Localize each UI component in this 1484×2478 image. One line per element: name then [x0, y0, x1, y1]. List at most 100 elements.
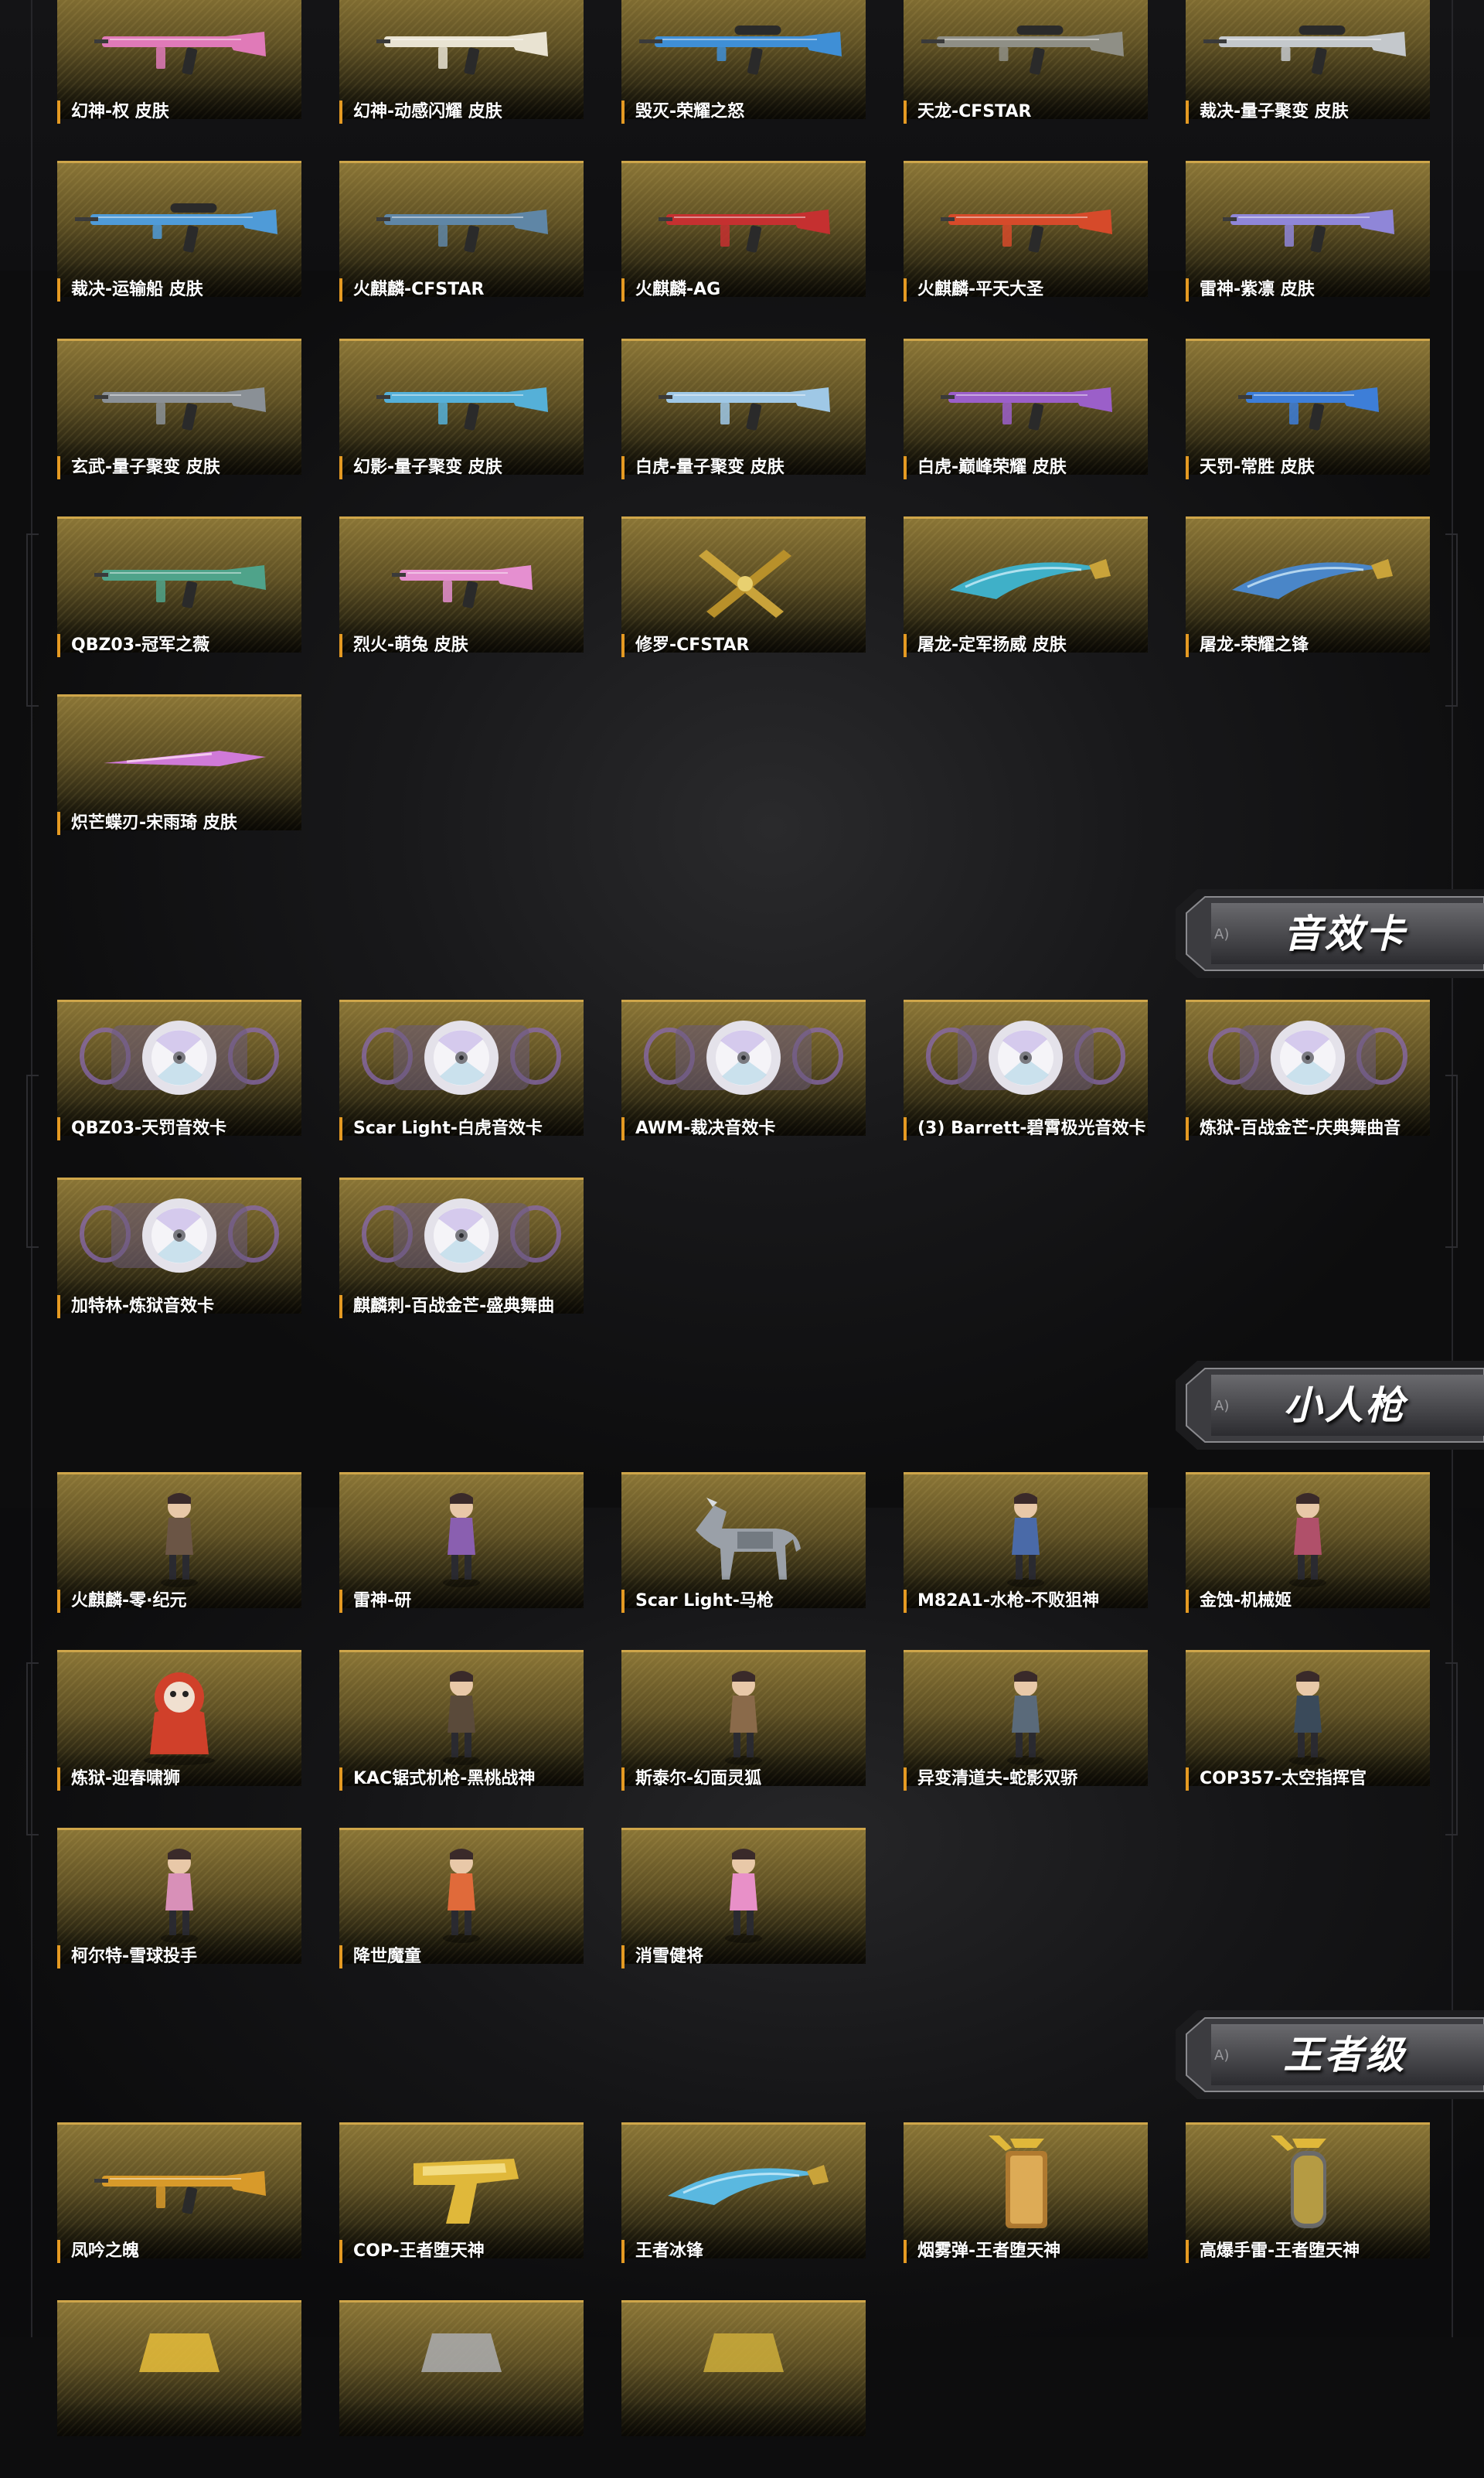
section-title: 小人枪 — [1283, 1383, 1407, 1428]
item-card[interactable]: COP-王者堕天神 — [339, 2122, 584, 2300]
item-label: 雷神-紫凛 皮肤 — [1186, 278, 1484, 302]
item-thumbnail — [339, 1000, 584, 1136]
item-card[interactable]: 柯尔特-雪球投手 — [57, 1828, 301, 2006]
item-card[interactable]: 烈火-萌兔 皮肤 — [339, 516, 584, 694]
item-card[interactable]: QBZ03-冠军之薇 — [57, 516, 301, 694]
item-card[interactable]: 加特林-炼狱音效卡 — [57, 1178, 301, 1355]
item-card[interactable]: 凤吟之魄 — [57, 2122, 301, 2300]
item-card[interactable]: 毁灭-荣耀之怒 — [621, 0, 866, 161]
item-label: 炼狱-迎春啸狮 — [57, 1767, 382, 1791]
item-card[interactable] — [621, 2300, 866, 2478]
frame-notch-left — [26, 533, 39, 707]
item-card[interactable]: QBZ03-天罚音效卡 — [57, 1000, 301, 1178]
item-card[interactable]: 屠龙-定军扬威 皮肤 — [904, 516, 1148, 694]
item-label: 王者冰锋 — [621, 2240, 946, 2263]
sound-card-grid: QBZ03-天罚音效卡 Scar Light-白虎音效卡 AWM-裁决音效卡 (3) … — [57, 1000, 1441, 1355]
item-card[interactable]: 消雪健将 — [621, 1828, 866, 2006]
purple-rifle-icon — [1223, 210, 1394, 253]
item-image — [94, 2171, 266, 2214]
item-card[interactable]: 麒麟刺-百战金芒-盛典舞曲 — [339, 1178, 584, 1355]
item-card[interactable]: M82A1-水枪-不败狙神 — [904, 1472, 1148, 1650]
character-figure-icon — [1289, 1493, 1326, 1587]
item-card[interactable]: 王者冰锋 — [621, 2122, 866, 2300]
character-figure-icon — [443, 1671, 480, 1765]
item-thumbnail — [904, 1000, 1148, 1136]
item-card[interactable]: (3) Barrett-碧霄极光音效卡 — [904, 1000, 1148, 1178]
character-figure-icon — [161, 1849, 198, 1943]
item-label: 白虎-巅峰荣耀 皮肤 — [904, 456, 1228, 479]
item-card[interactable]: 雷神-紫凛 皮肤 — [1186, 161, 1430, 339]
silver-sniper-icon — [1203, 26, 1406, 75]
item-card[interactable]: 裁决-运输船 皮肤 — [57, 161, 301, 339]
item-label: 斯泰尔-幻面灵狐 — [621, 1767, 946, 1791]
horse-figure-icon — [696, 1498, 801, 1580]
item-thumbnail — [57, 516, 301, 653]
item-image — [139, 2333, 220, 2372]
item-card[interactable]: 雷神-研 — [339, 1472, 584, 1650]
item-image — [1238, 387, 1379, 431]
item-label: COP-王者堕天神 — [339, 2240, 664, 2263]
item-card[interactable]: 炼狱-百战金芒-庆典舞曲音 — [1186, 1000, 1430, 1178]
item-card[interactable]: Scar Light-马枪 — [621, 1472, 866, 1650]
item-image — [144, 1672, 215, 1765]
item-card[interactable]: 烟雾弹-王者堕天神 — [904, 2122, 1148, 2300]
section-header-king-class: A) 王者级 — [1171, 2010, 1484, 2099]
item-card[interactable]: 异变清道夫-蛇影双骄 — [904, 1650, 1148, 1828]
item-image — [1223, 210, 1394, 253]
item-card[interactable]: COP357-太空指挥官 — [1186, 1650, 1430, 1828]
item-card[interactable]: 天龙-CFSTAR — [904, 0, 1148, 161]
item-card[interactable]: 火麒麟-平天大圣 — [904, 161, 1148, 339]
item-card[interactable]: 高爆手雷-王者堕天神 — [1186, 2122, 1430, 2300]
item-card[interactable]: 幻影-量子聚变 皮肤 — [339, 339, 584, 516]
item-card[interactable]: KAC锯式机枪-黑桃战神 — [339, 1650, 584, 1828]
item-thumbnail — [621, 339, 866, 475]
gold-rifle-icon — [94, 2171, 266, 2214]
item-image — [94, 387, 266, 431]
ice-blade-icon — [668, 2165, 829, 2205]
item-card[interactable]: 火麒麟-零·纪元 — [57, 1472, 301, 1650]
blue-gold-sniper-icon — [639, 26, 842, 75]
item-card[interactable]: 白虎-量子聚变 皮肤 — [621, 339, 866, 516]
item-label: 凤吟之魄 — [57, 2240, 382, 2263]
item-thumbnail — [1186, 339, 1430, 475]
item-thumbnail — [1186, 1650, 1430, 1786]
item-thumbnail — [621, 2300, 866, 2436]
item-card[interactable]: AWM-裁决音效卡 — [621, 1000, 866, 1178]
item-card[interactable]: 炽芒蝶刃-宋雨琦 皮肤 — [57, 694, 301, 872]
item-card[interactable]: 天罚-常胜 皮肤 — [1186, 339, 1430, 516]
disc-icon — [926, 1021, 1125, 1095]
disc-icon — [644, 1021, 843, 1095]
item-label: 火麒麟-CFSTAR — [339, 278, 664, 302]
item-card[interactable]: 屠龙-荣耀之锋 — [1186, 516, 1430, 694]
item-thumbnail — [1186, 2122, 1430, 2258]
item-thumbnail — [621, 516, 866, 653]
item-label: 麒麟刺-百战金芒-盛典舞曲 — [339, 1295, 664, 1318]
item-card[interactable]: 斯泰尔-幻面灵狐 — [621, 1650, 866, 1828]
item-card[interactable]: 火麒麟-AG — [621, 161, 866, 339]
item-card[interactable]: 幻神-权 皮肤 — [57, 0, 301, 161]
item-card[interactable]: 炼狱-迎春啸狮 — [57, 1650, 301, 1828]
item-card[interactable]: 降世魔童 — [339, 1828, 584, 2006]
section-title: 王者级 — [1283, 2033, 1407, 2077]
item-card[interactable] — [57, 2300, 301, 2478]
item-label: 加特林-炼狱音效卡 — [57, 1295, 382, 1318]
item-card[interactable]: 火麒麟-CFSTAR — [339, 161, 584, 339]
item-label: 毁灭-荣耀之怒 — [621, 101, 946, 124]
item-thumbnail — [339, 1650, 584, 1786]
item-card[interactable]: 金蚀-机械姬 — [1186, 1472, 1430, 1650]
item-card[interactable]: Scar Light-白虎音效卡 — [339, 1000, 584, 1178]
item-card[interactable]: 裁决-量子聚变 皮肤 — [1186, 0, 1430, 161]
item-card[interactable]: 玄武-量子聚变 皮肤 — [57, 339, 301, 516]
item-card[interactable]: 幻神-动感闪耀 皮肤 — [339, 0, 584, 161]
item-image — [1289, 1671, 1326, 1765]
item-image — [659, 387, 830, 431]
item-thumbnail — [57, 1828, 301, 1964]
item-image — [443, 1671, 480, 1765]
item-image — [989, 2135, 1047, 2228]
character-figure-icon — [725, 1671, 762, 1765]
item-card[interactable]: 修罗-CFSTAR — [621, 516, 866, 694]
frag-grenade-icon — [1271, 2135, 1326, 2228]
item-card[interactable]: 白虎-巅峰荣耀 皮肤 — [904, 339, 1148, 516]
item-card[interactable] — [339, 2300, 584, 2478]
item-thumbnail — [57, 694, 301, 830]
